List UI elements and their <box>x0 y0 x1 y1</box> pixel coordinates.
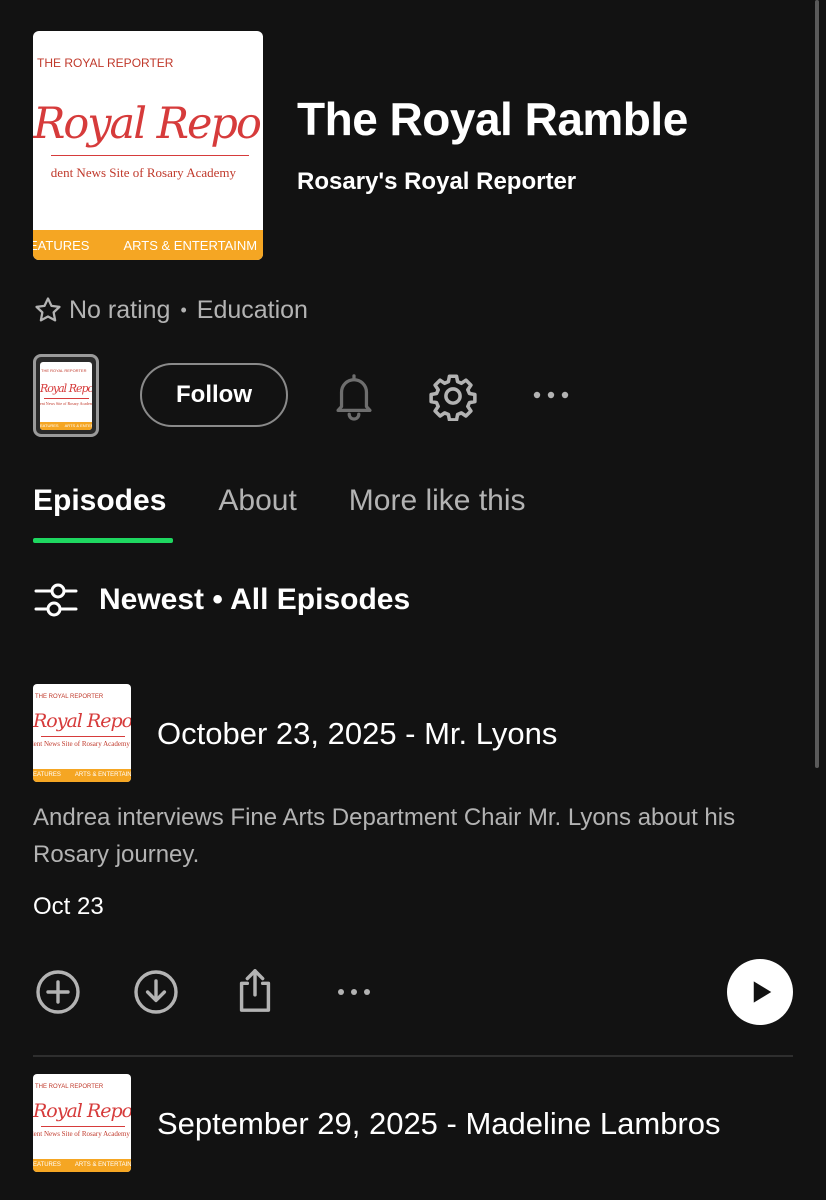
share-episode-button[interactable] <box>230 965 280 1017</box>
gear-icon <box>429 374 477 421</box>
settings-button[interactable] <box>427 370 479 422</box>
mini-cover-band-left: EATURES <box>40 423 59 428</box>
cover-band: EATURES ARTS & ENTERTAINM <box>33 230 263 260</box>
tab-bar: Episodes About More like this <box>33 484 578 518</box>
mini-cover-band-right: ARTS & ENTERTAINM <box>64 423 92 428</box>
episode-filter[interactable]: Newest • All Episodes <box>33 580 410 620</box>
ep1-cover-band: EATURES ARTS & ENTERTAINM <box>33 769 131 782</box>
tab-episodes[interactable]: Episodes <box>33 484 166 518</box>
star-outline-icon <box>35 297 61 322</box>
ep2-cover-band-left: EATURES <box>33 1162 61 1168</box>
episode-title[interactable]: October 23, 2025 - Mr. Lyons <box>157 716 557 752</box>
category-link[interactable]: Education <box>197 296 308 325</box>
more-horizontal-icon <box>338 989 370 995</box>
rating-text: No rating <box>69 295 171 324</box>
ep2-cover-top-text: THE ROYAL REPORTER <box>35 1084 104 1090</box>
download-episode-button[interactable] <box>131 967 181 1017</box>
mini-cover-rule <box>44 398 89 399</box>
ep2-cover-subtitle: dent News Site of Rosary Academy <box>33 1130 130 1138</box>
episode-cover-art[interactable]: THE ROYAL REPORTER Royal Reporter dent N… <box>33 1074 131 1172</box>
mini-cover-top-text: THE ROYAL REPORTER <box>41 368 87 373</box>
ep1-cover-top-text: THE ROYAL REPORTER <box>35 694 104 700</box>
cover-rule <box>51 155 250 156</box>
ep1-cover-band-left: EATURES <box>33 772 61 778</box>
mini-cover-logo-text: Royal Reporter <box>40 382 92 395</box>
download-circle-icon <box>134 970 178 1014</box>
meta-separator: • <box>180 299 187 320</box>
show-title: The Royal Ramble <box>297 93 688 145</box>
ep1-cover-logo-text: Royal Reporter <box>33 710 131 732</box>
share-icon <box>239 969 271 1012</box>
play-icon <box>753 981 772 1003</box>
mini-cover-subtitle: dent News Site of Rosary Academy <box>40 401 92 406</box>
follow-button[interactable]: Follow <box>140 363 288 427</box>
active-tab-indicator <box>33 538 173 543</box>
bell-icon <box>336 374 372 421</box>
ep1-cover-band-right: ARTS & ENTERTAINM <box>74 772 131 778</box>
play-button[interactable] <box>727 959 793 1025</box>
plus-circle-icon <box>36 970 80 1014</box>
mini-cover-band: EATURES ARTS & ENTERTAINM <box>40 422 92 430</box>
ep1-cover-rule <box>40 736 126 737</box>
show-more-button[interactable] <box>526 380 576 410</box>
filter-label: Newest • All Episodes <box>99 583 411 616</box>
cover-band-right: ARTS & ENTERTAINM <box>123 238 258 253</box>
more-horizontal-icon <box>533 391 569 399</box>
show-author[interactable]: Rosary's Royal Reporter <box>297 168 576 196</box>
cover-subtitle: dent News Site of Rosary Academy <box>50 165 237 180</box>
tab-about[interactable]: About <box>218 484 296 518</box>
ep2-cover-band-right: ARTS & ENTERTAINM <box>74 1162 131 1168</box>
show-meta: No rating • Education <box>33 295 308 325</box>
episode-title[interactable]: September 29, 2025 - Madeline Lambros <box>157 1106 721 1142</box>
cover-band-left: EATURES <box>33 238 90 253</box>
ep2-cover-logo-text: Royal Reporter <box>33 1100 131 1122</box>
cover-logo-text: Royal Reporter <box>33 99 263 149</box>
ep2-cover-band: EATURES ARTS & ENTERTAINM <box>33 1159 131 1172</box>
scrollbar[interactable] <box>815 0 819 768</box>
cover-top-text: THE ROYAL REPORTER <box>37 56 174 70</box>
episode-description: Andrea interviews Fine Arts Department C… <box>33 804 736 868</box>
add-episode-button[interactable] <box>33 967 83 1017</box>
ep1-cover-subtitle: dent News Site of Rosary Academy <box>33 740 130 748</box>
notify-button[interactable] <box>330 370 378 422</box>
cover-thumbnail: THE ROYAL REPORTER Royal Reporter dent N… <box>40 362 92 430</box>
ep2-cover-rule <box>40 1126 126 1127</box>
episode-more-button[interactable] <box>330 977 378 1007</box>
tab-more-like-this[interactable]: More like this <box>349 484 526 518</box>
episode-date: Oct 23 <box>33 893 104 920</box>
show-cover-art: THE ROYAL REPORTER Royal Reporter dent N… <box>33 31 263 260</box>
sliders-icon <box>34 583 78 617</box>
episode-cover-art[interactable]: THE ROYAL REPORTER Royal Reporter dent N… <box>33 684 131 782</box>
episode-divider <box>33 1055 793 1057</box>
